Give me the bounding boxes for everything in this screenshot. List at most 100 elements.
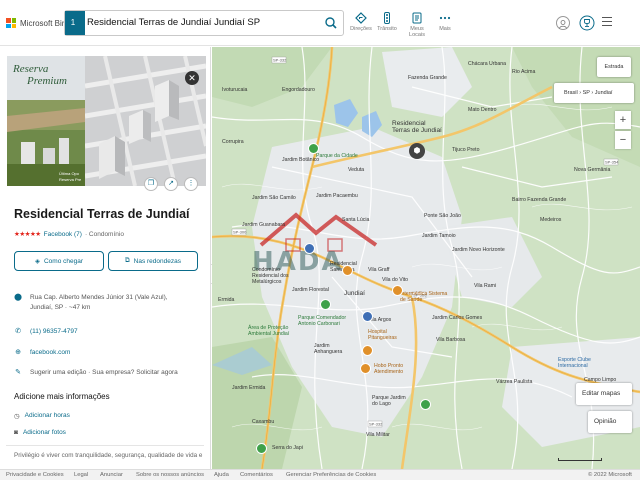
svg-text:SP-354: SP-354 — [605, 160, 619, 165]
search-input[interactable]: Residencial Terras de Jundiaí Jundiaí SP — [87, 11, 317, 35]
map-label: Várzea Paulista — [496, 379, 533, 385]
my-places-button[interactable]: Meus Locais — [402, 12, 432, 38]
microsoft-bing-logo[interactable]: Microsoft Bing — [6, 16, 71, 30]
add-hours-label: Adicionar horas — [24, 412, 70, 419]
map-label: Caxambu — [252, 419, 275, 425]
map-label: Vila Rami — [474, 283, 497, 289]
map-canvas[interactable]: SP-300 SP-332 SP-360 SP-332 SP-354 HADA … — [212, 47, 640, 469]
building-poi-icon[interactable] — [362, 311, 373, 322]
svg-text:SP-332: SP-332 — [369, 422, 383, 427]
more-button[interactable]: Mais — [430, 12, 460, 38]
map-label: Tijuco Preto — [452, 147, 480, 153]
map-label: Jardim Guanabara — [242, 222, 285, 228]
website-row: ⊕ facebook.com — [14, 348, 199, 358]
directions-icon — [355, 12, 367, 24]
svg-text:SP-332: SP-332 — [273, 58, 287, 63]
more-options-icon[interactable]: ⋮ — [184, 177, 198, 191]
footer-link-privacy[interactable]: Privacidade e Cookies — [6, 470, 64, 480]
user-avatar-icon[interactable] — [556, 16, 570, 30]
footer-link-help[interactable]: Ajuda — [214, 470, 229, 480]
svg-text:SP-300: SP-300 — [233, 230, 247, 235]
traffic-button[interactable]: Trânsito — [372, 12, 402, 38]
more-icon — [439, 16, 451, 20]
footer-link-legal[interactable]: Legal — [74, 470, 88, 480]
park-poi-icon[interactable] — [320, 299, 331, 310]
zoom-in-button[interactable]: + — [615, 111, 631, 129]
suggest-edit-link[interactable]: Sugerir uma edição · Sua empresa? Solici… — [30, 368, 178, 378]
add-photos-link[interactable]: ◙ Adicionar fotos — [14, 429, 66, 436]
map-label: Chácara Urbana — [468, 61, 507, 67]
footer-link-about-ads[interactable]: Sobre os nossos anúncios — [136, 470, 204, 480]
location-pin-icon: ⬤ — [14, 294, 22, 301]
my-places-icon — [412, 12, 422, 24]
rewards-button[interactable] — [579, 14, 595, 32]
map-label: Medeiros — [540, 217, 562, 223]
map-label: Vila Militar — [366, 432, 390, 438]
rating-row: ★★★★★ Facebook (7) · Condomínio — [14, 230, 124, 239]
park-poi-icon[interactable] — [308, 143, 319, 154]
add-hours-link[interactable]: ◷ Adicionar horas — [14, 412, 70, 420]
hospital-poi-icon[interactable] — [360, 363, 371, 374]
park-poi-icon[interactable] — [256, 443, 267, 454]
hospital-poi-icon[interactable] — [362, 345, 373, 356]
directions-action-button[interactable]: ◈ Como chegar — [14, 251, 104, 271]
map-label: Intermédica Sistema de Saúde — [400, 291, 448, 303]
photo-small-line1: Última Opo — [59, 171, 80, 176]
phone-link[interactable]: (11) 96357-4797 — [30, 327, 78, 337]
hospital-poi-icon[interactable] — [342, 265, 353, 276]
photo-caption-line2: Premium — [27, 75, 67, 87]
person-icon — [559, 20, 567, 29]
waypoint-number: 1 — [65, 11, 81, 35]
close-icon[interactable]: ✕ — [185, 71, 199, 85]
building-poi-icon[interactable] — [304, 243, 315, 254]
place-photo-main[interactable]: Reserva Premium Última Opo Reserva Pre — [7, 56, 85, 186]
feedback-button[interactable]: Opinião — [588, 411, 632, 433]
edit-maps-button[interactable]: Editar mapas — [576, 383, 632, 405]
footer-link-advertise[interactable]: Anunciar — [100, 470, 123, 480]
search-icon — [325, 17, 337, 29]
add-photos-label: Adicionar fotos — [22, 429, 66, 436]
website-link[interactable]: facebook.com — [30, 348, 70, 358]
selected-location-pin[interactable]: ⬢ — [409, 143, 425, 159]
map-label: Parque Jardim do Lago — [372, 395, 406, 407]
hospital-poi-icon[interactable] — [392, 285, 403, 296]
map-label: Jardim Carlos Gomes — [432, 315, 483, 321]
park-poi-icon[interactable] — [420, 399, 431, 410]
review-count-link[interactable]: Facebook (7) — [44, 231, 82, 238]
footer-link-feedback[interactable]: Comentários — [240, 470, 273, 480]
map-label: Ivoturucaia — [222, 87, 248, 93]
clock-icon: ◷ — [14, 413, 20, 420]
address-text: Rua Cap. Alberto Mendes Júnior 31 (Vale … — [30, 294, 168, 311]
traffic-label: Trânsito — [377, 26, 397, 32]
photo-caption-line1: Reserva — [13, 63, 49, 75]
map-label: Bairro Fazenda Grande — [512, 197, 567, 203]
hamburger-menu-icon[interactable] — [602, 17, 612, 29]
footer-link-cookie-prefs[interactable]: Gerenciar Preferências de Cookies — [286, 470, 376, 480]
map-label: Fazenda Grande — [408, 75, 447, 81]
nearby-icon: ⧉ — [125, 257, 130, 264]
map-label: Hobo Pronto Atendimento — [374, 363, 404, 375]
map-style-button[interactable]: Estrada — [597, 57, 631, 77]
feedback-label: Opinião — [594, 418, 617, 425]
footer: Privacidade e Cookies Legal Anunciar Sob… — [0, 469, 640, 480]
footer-copyright: © 2022 Microsoft — [588, 472, 632, 478]
map-label: Terras de Jundiaí — [392, 127, 442, 134]
traffic-icon — [384, 12, 390, 24]
zoom-out-button[interactable]: − — [615, 131, 631, 149]
search-button[interactable] — [321, 14, 341, 32]
map-label: Jardim Botânico — [282, 157, 320, 163]
map-label: Ermida — [218, 297, 235, 303]
microsoft-logo-icon — [6, 18, 16, 28]
camera-icon: ◙ — [14, 429, 18, 436]
share-icon[interactable]: ↗ — [164, 177, 178, 191]
map-label: Jardim Tamoio — [422, 233, 456, 239]
map-label: Vila Graff — [368, 267, 390, 273]
map-label: Jardim Ermida — [232, 385, 266, 391]
search-box[interactable]: 1 Residencial Terras de Jundiaí Jundiaí … — [64, 10, 344, 36]
top-bar: Microsoft Bing 1 Residencial Terras de J… — [0, 0, 640, 46]
photo-gallery-icon[interactable]: ❐ — [144, 177, 158, 191]
nearby-button[interactable]: ⧉ Nas redondezas — [108, 251, 198, 271]
edit-maps-label: Editar mapas — [582, 390, 621, 397]
map-label: Mato Dentro — [468, 107, 497, 113]
waypoint-handle[interactable] — [81, 11, 85, 35]
